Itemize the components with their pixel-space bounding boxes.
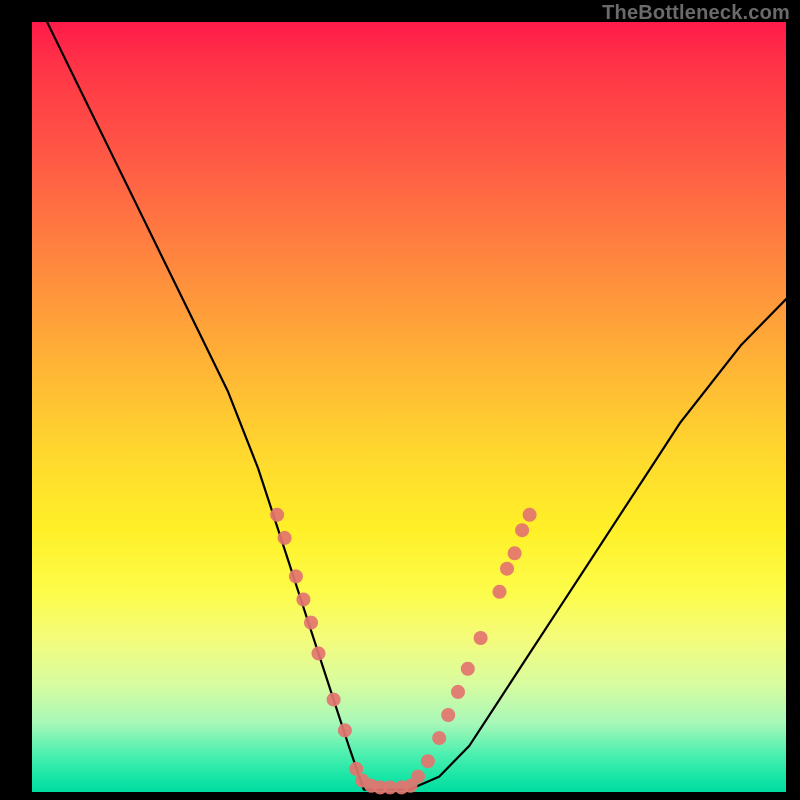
chart-plot-area [32, 22, 786, 792]
watermark-text: TheBottleneck.com [602, 2, 790, 25]
